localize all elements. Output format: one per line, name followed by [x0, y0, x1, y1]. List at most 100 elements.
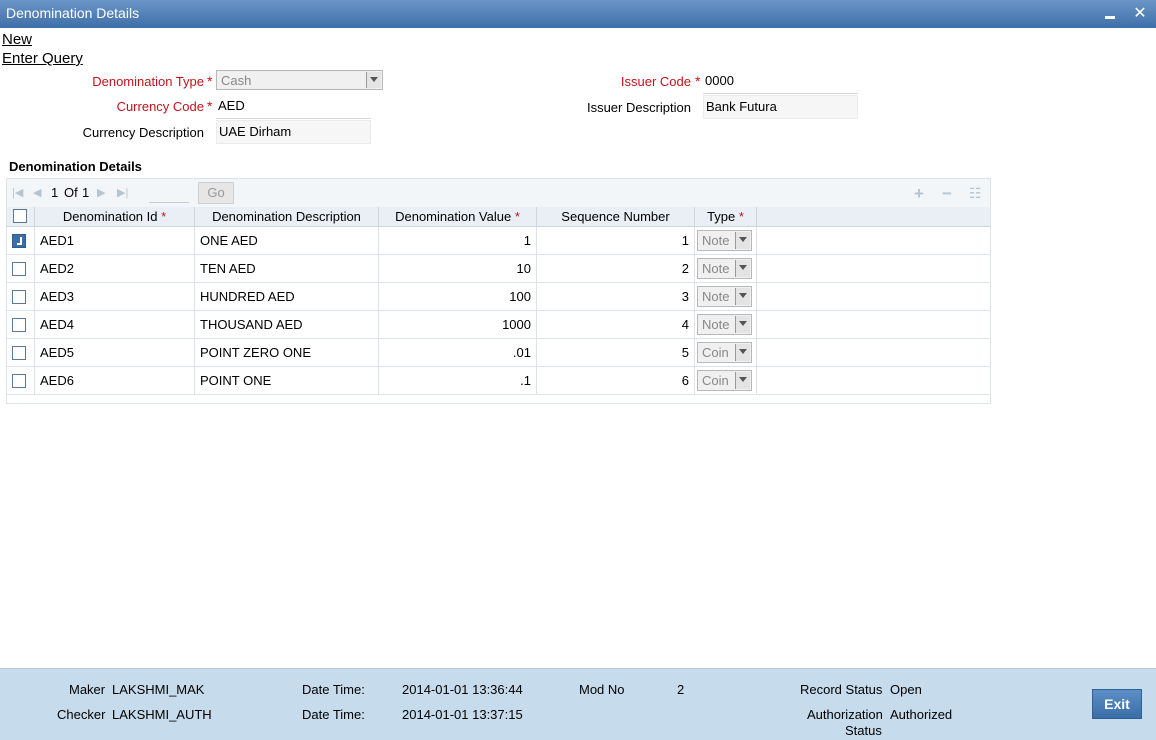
- denomination-type-label: Denomination Type: [92, 74, 204, 89]
- row-checkbox[interactable]: [12, 346, 26, 360]
- denomination-id-cell[interactable]: AED6: [35, 367, 195, 395]
- chevron-down-icon: [735, 288, 750, 305]
- first-page-icon[interactable]: |◀: [12, 187, 24, 199]
- page-of-label: Of: [64, 185, 78, 200]
- single-view-icon[interactable]: ☷: [969, 185, 982, 202]
- enter-query-link[interactable]: Enter Query: [2, 50, 83, 67]
- type-select[interactable]: Note: [697, 314, 752, 335]
- denomination-id-cell[interactable]: AED4: [35, 311, 195, 339]
- type-select[interactable]: Note: [697, 286, 752, 307]
- column-header: Type *: [695, 207, 757, 227]
- issuer-description-label: Issuer Description: [586, 100, 691, 115]
- authorization-status-value: Authorized: [890, 707, 953, 722]
- column-header: Denomination Description: [195, 207, 379, 227]
- table-row[interactable]: AED4 THOUSAND AED 1000 4 Note: [7, 311, 990, 339]
- denomination-description-cell[interactable]: ONE AED: [195, 227, 379, 255]
- exit-button[interactable]: Exit: [1092, 689, 1142, 719]
- next-page-icon[interactable]: ▶: [97, 187, 109, 199]
- maker-label: Maker: [69, 682, 106, 697]
- type-value: Note: [702, 233, 730, 248]
- table-row[interactable]: AED1 ONE AED 1 1 Note: [7, 227, 990, 255]
- denomination-id-cell[interactable]: AED2: [35, 255, 195, 283]
- denomination-value-cell[interactable]: 1000: [379, 311, 537, 339]
- checker-date-label: Date Time:: [302, 707, 365, 722]
- row-checkbox[interactable]: [12, 290, 26, 304]
- checker-label: Checker: [57, 707, 106, 722]
- denomination-description-cell[interactable]: POINT ZERO ONE: [195, 339, 379, 367]
- mod-no-label: Mod No: [579, 682, 625, 697]
- close-icon[interactable]: ✕: [1130, 4, 1150, 24]
- table-row[interactable]: AED6 POINT ONE .1 6 Coin: [7, 367, 990, 395]
- authorization-status-label: Authorization: [807, 707, 883, 722]
- grid-header: Denomination Id * Denomination Descripti…: [7, 207, 990, 227]
- add-row-icon[interactable]: +: [914, 184, 924, 204]
- last-page-icon[interactable]: ▶|: [117, 187, 129, 199]
- record-status-label: Record Status: [800, 682, 883, 697]
- type-select[interactable]: Coin: [697, 342, 752, 363]
- column-header: Sequence Number: [537, 207, 695, 227]
- type-select[interactable]: Note: [697, 258, 752, 279]
- row-checkbox[interactable]: [12, 374, 26, 388]
- denomination-value-cell[interactable]: .1: [379, 367, 537, 395]
- sequence-number-cell[interactable]: 6: [537, 367, 695, 395]
- denomination-value-cell[interactable]: 100: [379, 283, 537, 311]
- denomination-type-select[interactable]: Cash: [216, 70, 383, 90]
- select-all-cell: [7, 207, 35, 227]
- previous-page-icon[interactable]: ◀: [33, 187, 45, 199]
- table-row[interactable]: AED5 POINT ZERO ONE .01 5 Coin: [7, 339, 990, 367]
- delete-row-icon[interactable]: −: [942, 184, 952, 204]
- denomination-value-cell[interactable]: 1: [379, 227, 537, 255]
- maker-date-value: 2014-01-01 13:36:44: [402, 682, 523, 697]
- denomination-id-cell[interactable]: AED3: [35, 283, 195, 311]
- authorization-status-label-2: Status: [845, 723, 882, 738]
- type-select[interactable]: Coin: [697, 370, 752, 391]
- row-select-cell: [7, 339, 35, 367]
- type-cell: Note: [695, 255, 757, 283]
- chevron-down-icon: [735, 316, 750, 333]
- type-value: Note: [702, 261, 730, 276]
- denomination-description-cell[interactable]: HUNDRED AED: [195, 283, 379, 311]
- chevron-down-icon: [735, 260, 750, 277]
- issuer-code-field[interactable]: 0000: [703, 70, 858, 94]
- chevron-down-icon: [735, 372, 750, 389]
- sequence-number-cell[interactable]: 3: [537, 283, 695, 311]
- type-select[interactable]: Note: [697, 230, 752, 251]
- page-total: 1: [82, 185, 90, 200]
- page-current: 1: [51, 185, 59, 200]
- denomination-value-cell[interactable]: 10: [379, 255, 537, 283]
- chevron-down-icon: [366, 72, 381, 88]
- window-title: Denomination Details: [6, 5, 140, 21]
- title-bar: Denomination Details ✕: [0, 0, 1156, 28]
- type-value: Coin: [702, 345, 729, 360]
- currency-code-field[interactable]: AED: [216, 95, 371, 119]
- denomination-id-cell[interactable]: AED1: [35, 227, 195, 255]
- section-title: Denomination Details: [9, 159, 142, 174]
- row-checkbox[interactable]: [12, 262, 26, 276]
- type-value: Note: [702, 317, 730, 332]
- sequence-number-cell[interactable]: 4: [537, 311, 695, 339]
- issuer-code-label: Issuer Code: [620, 74, 691, 89]
- denomination-id-cell[interactable]: AED5: [35, 339, 195, 367]
- denomination-description-cell[interactable]: POINT ONE: [195, 367, 379, 395]
- minimize-icon[interactable]: [1100, 4, 1120, 24]
- sequence-number-cell[interactable]: 2: [537, 255, 695, 283]
- table-row[interactable]: AED3 HUNDRED AED 100 3 Note: [7, 283, 990, 311]
- go-button[interactable]: Go: [198, 182, 234, 204]
- denomination-description-cell[interactable]: TEN AED: [195, 255, 379, 283]
- sequence-number-cell[interactable]: 5: [537, 339, 695, 367]
- chevron-down-icon: [735, 232, 750, 249]
- required-marker: *: [207, 73, 213, 89]
- row-select-cell: [7, 311, 35, 339]
- row-select-cell: [7, 367, 35, 395]
- select-all-checkbox[interactable]: [13, 209, 27, 223]
- row-checkbox[interactable]: [12, 234, 26, 248]
- row-checkbox[interactable]: [12, 318, 26, 332]
- row-select-cell: [7, 283, 35, 311]
- table-row[interactable]: AED2 TEN AED 10 2 Note: [7, 255, 990, 283]
- denomination-description-cell[interactable]: THOUSAND AED: [195, 311, 379, 339]
- type-cell: Note: [695, 311, 757, 339]
- denomination-value-cell[interactable]: .01: [379, 339, 537, 367]
- sequence-number-cell[interactable]: 1: [537, 227, 695, 255]
- page-number-input[interactable]: [149, 183, 189, 203]
- new-link[interactable]: New: [2, 31, 32, 48]
